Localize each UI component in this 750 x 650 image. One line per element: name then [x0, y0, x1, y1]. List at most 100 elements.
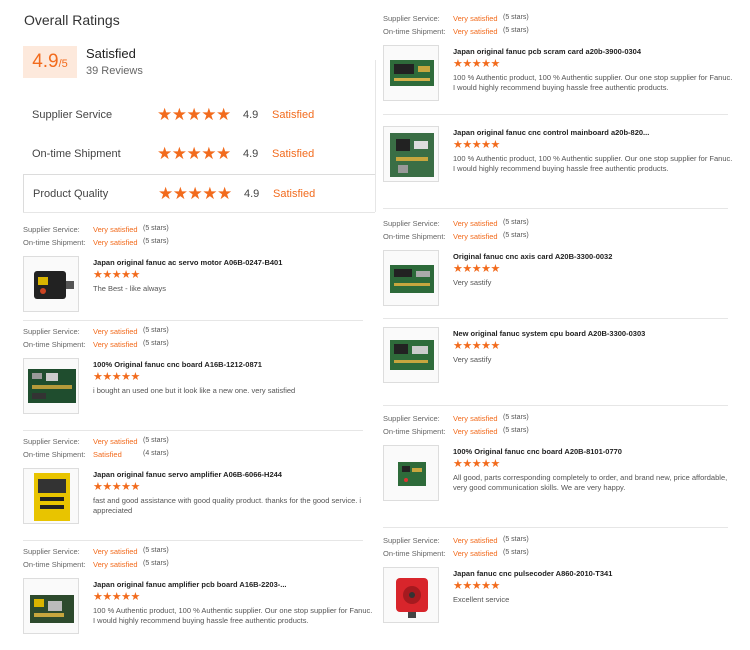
on-time-shipment-stars: (5 stars)	[143, 340, 169, 347]
supplier-service-label: Supplier Service:	[23, 225, 80, 234]
product-name[interactable]: Japan original fanuc servo amplifier A06…	[93, 470, 282, 479]
review-comment: Very sastify	[453, 278, 492, 287]
on-time-shipment-line: On-time Shipment: Very satisfied (5 star…	[383, 549, 738, 562]
on-time-shipment-line: On-time Shipment: Very satisfied (5 star…	[383, 27, 738, 40]
product-name[interactable]: Japan fanuc cnc pulsecoder A860-2010-T34…	[453, 569, 612, 578]
product-thumbnail[interactable]	[383, 45, 439, 101]
on-time-shipment-label: On-time Shipment:	[383, 27, 446, 36]
product-name[interactable]: Japan original fanuc ac servo motor A06B…	[93, 258, 282, 267]
metric-supplier-service[interactable]: Supplier Service ★★★★★ 4.9 Satisfied	[23, 96, 375, 135]
on-time-shipment-label: On-time Shipment:	[23, 340, 86, 349]
supplier-service-stars: (5 stars)	[143, 547, 169, 554]
review-item: Japan original fanuc cnc control mainboa…	[383, 126, 738, 186]
supplier-service-value: Very satisfied	[93, 437, 138, 446]
review-rating-stars: ★★★★★	[453, 263, 500, 275]
metric-label: Supplier Service	[32, 109, 113, 121]
supplier-service-value: Very satisfied	[453, 536, 498, 545]
metric-stars: ★★★★★	[157, 105, 231, 124]
reviewed-product[interactable]: 100% Original fanuc cnc board A16B-1212-…	[23, 358, 378, 418]
overall-satisfaction-label: Satisfied	[86, 46, 136, 61]
review-divider	[23, 540, 363, 541]
product-thumbnail[interactable]	[23, 256, 79, 312]
review-rating-stars: ★★★★★	[453, 58, 500, 70]
product-thumbnail[interactable]	[383, 126, 439, 182]
metric-score: 4.9	[243, 109, 259, 121]
on-time-shipment-line: On-time Shipment: Satisfied (4 stars)	[23, 450, 378, 463]
review-comment: 100 % Authentic product, 100 % Authentic…	[453, 154, 733, 173]
review-divider	[383, 527, 728, 528]
review-item: Supplier Service: Very satisfied (5 star…	[23, 547, 378, 638]
on-time-shipment-label: On-time Shipment:	[23, 238, 86, 247]
metric-text: Satisfied	[273, 188, 316, 200]
metric-product-quality[interactable]: Product Quality ★★★★★ 4.9 Satisfied	[23, 174, 375, 213]
product-thumbnail[interactable]	[383, 567, 439, 623]
supplier-service-line: Supplier Service: Very satisfied (5 star…	[23, 547, 378, 560]
product-thumbnail[interactable]	[383, 250, 439, 306]
supplier-service-value: Very satisfied	[93, 547, 138, 556]
product-thumbnail[interactable]	[383, 327, 439, 383]
on-time-shipment-line: On-time Shipment: Very satisfied (5 star…	[383, 427, 738, 440]
review-comment: fast and good assistance with good quali…	[93, 496, 362, 515]
supplier-service-value: Very satisfied	[453, 14, 498, 23]
on-time-shipment-line: On-time Shipment: Very satisfied (5 star…	[383, 232, 738, 245]
review-rating-stars: ★★★★★	[453, 458, 500, 470]
metric-text: Satisfied	[272, 109, 315, 121]
product-name[interactable]: 100% Original fanuc cnc board A20B-8101-…	[453, 447, 622, 456]
review-item: Supplier Service: Very satisfied (5 star…	[383, 414, 738, 505]
on-time-shipment-stars: (5 stars)	[503, 27, 529, 34]
reviewed-product[interactable]: Japan original fanuc pcb scram card a20b…	[383, 45, 738, 105]
reviewed-product[interactable]: Japan fanuc cnc pulsecoder A860-2010-T34…	[383, 567, 738, 627]
reviewed-product[interactable]: 100% Original fanuc cnc board A20B-8101-…	[383, 445, 738, 505]
review-item: Supplier Service: Very satisfied (5 star…	[23, 327, 378, 418]
reviewed-product[interactable]: Japan original fanuc cnc control mainboa…	[383, 126, 738, 186]
on-time-shipment-value: Very satisfied	[93, 238, 138, 247]
on-time-shipment-stars: (5 stars)	[143, 560, 169, 567]
metric-stars: ★★★★★	[158, 184, 232, 203]
on-time-shipment-line: On-time Shipment: Very satisfied (5 star…	[23, 560, 378, 573]
supplier-service-line: Supplier Service: Very satisfied (5 star…	[23, 327, 378, 340]
on-time-shipment-label: On-time Shipment:	[383, 549, 446, 558]
review-rating-stars: ★★★★★	[453, 580, 500, 592]
product-thumbnail[interactable]	[23, 358, 79, 414]
product-name[interactable]: Japan original fanuc pcb scram card a20b…	[453, 47, 641, 56]
overall-score: 4.9	[32, 51, 59, 72]
metric-label: Product Quality	[33, 188, 109, 200]
reviewed-product[interactable]: Japan original fanuc ac servo motor A06B…	[23, 256, 378, 316]
supplier-service-label: Supplier Service:	[383, 536, 440, 545]
review-item: Supplier Service: Very satisfied (5 star…	[383, 219, 738, 310]
supplier-service-line: Supplier Service: Very satisfied (5 star…	[23, 225, 378, 238]
product-name[interactable]: Japan original fanuc cnc control mainboa…	[453, 128, 649, 137]
product-thumbnail[interactable]	[383, 445, 439, 501]
supplier-service-label: Supplier Service:	[383, 14, 440, 23]
metric-stars: ★★★★★	[157, 144, 231, 163]
review-comment: The Best - like always	[93, 284, 166, 293]
review-comment: Very sastify	[453, 355, 492, 364]
on-time-shipment-label: On-time Shipment:	[383, 427, 446, 436]
product-thumbnail[interactable]	[23, 578, 79, 634]
reviewed-product[interactable]: Japan original fanuc servo amplifier A06…	[23, 468, 378, 528]
on-time-shipment-stars: (5 stars)	[143, 238, 169, 245]
product-thumbnail[interactable]	[23, 468, 79, 524]
product-name[interactable]: Japan original fanuc amplifier pcb board…	[93, 580, 287, 589]
overall-ratings-title: Overall Ratings	[24, 12, 120, 28]
supplier-service-label: Supplier Service:	[23, 437, 80, 446]
on-time-shipment-label: On-time Shipment:	[23, 450, 86, 459]
on-time-shipment-label: On-time Shipment:	[23, 560, 86, 569]
review-comment: Excellent service	[453, 595, 510, 604]
supplier-service-stars: (5 stars)	[503, 14, 529, 21]
panel-divider	[375, 60, 376, 212]
reviewed-product[interactable]: Japan original fanuc amplifier pcb board…	[23, 578, 378, 638]
review-rating-stars: ★★★★★	[93, 371, 140, 383]
review-item: Supplier Service: Very satisfied (5 star…	[23, 437, 378, 528]
supplier-service-stars: (5 stars)	[503, 536, 529, 543]
review-divider	[383, 208, 728, 209]
metric-on-time-shipment[interactable]: On-time Shipment ★★★★★ 4.9 Satisfied	[23, 135, 375, 174]
product-name[interactable]: 100% Original fanuc cnc board A16B-1212-…	[93, 360, 262, 369]
reviewed-product[interactable]: New original fanuc system cpu board A20B…	[383, 327, 738, 387]
review-divider	[383, 114, 728, 115]
metric-score: 4.9	[243, 148, 259, 160]
reviewed-product[interactable]: Original fanuc cnc axis card A20B-3300-0…	[383, 250, 738, 310]
product-name[interactable]: New original fanuc system cpu board A20B…	[453, 329, 645, 338]
product-name[interactable]: Original fanuc cnc axis card A20B-3300-0…	[453, 252, 612, 261]
on-time-shipment-value: Very satisfied	[453, 549, 498, 558]
